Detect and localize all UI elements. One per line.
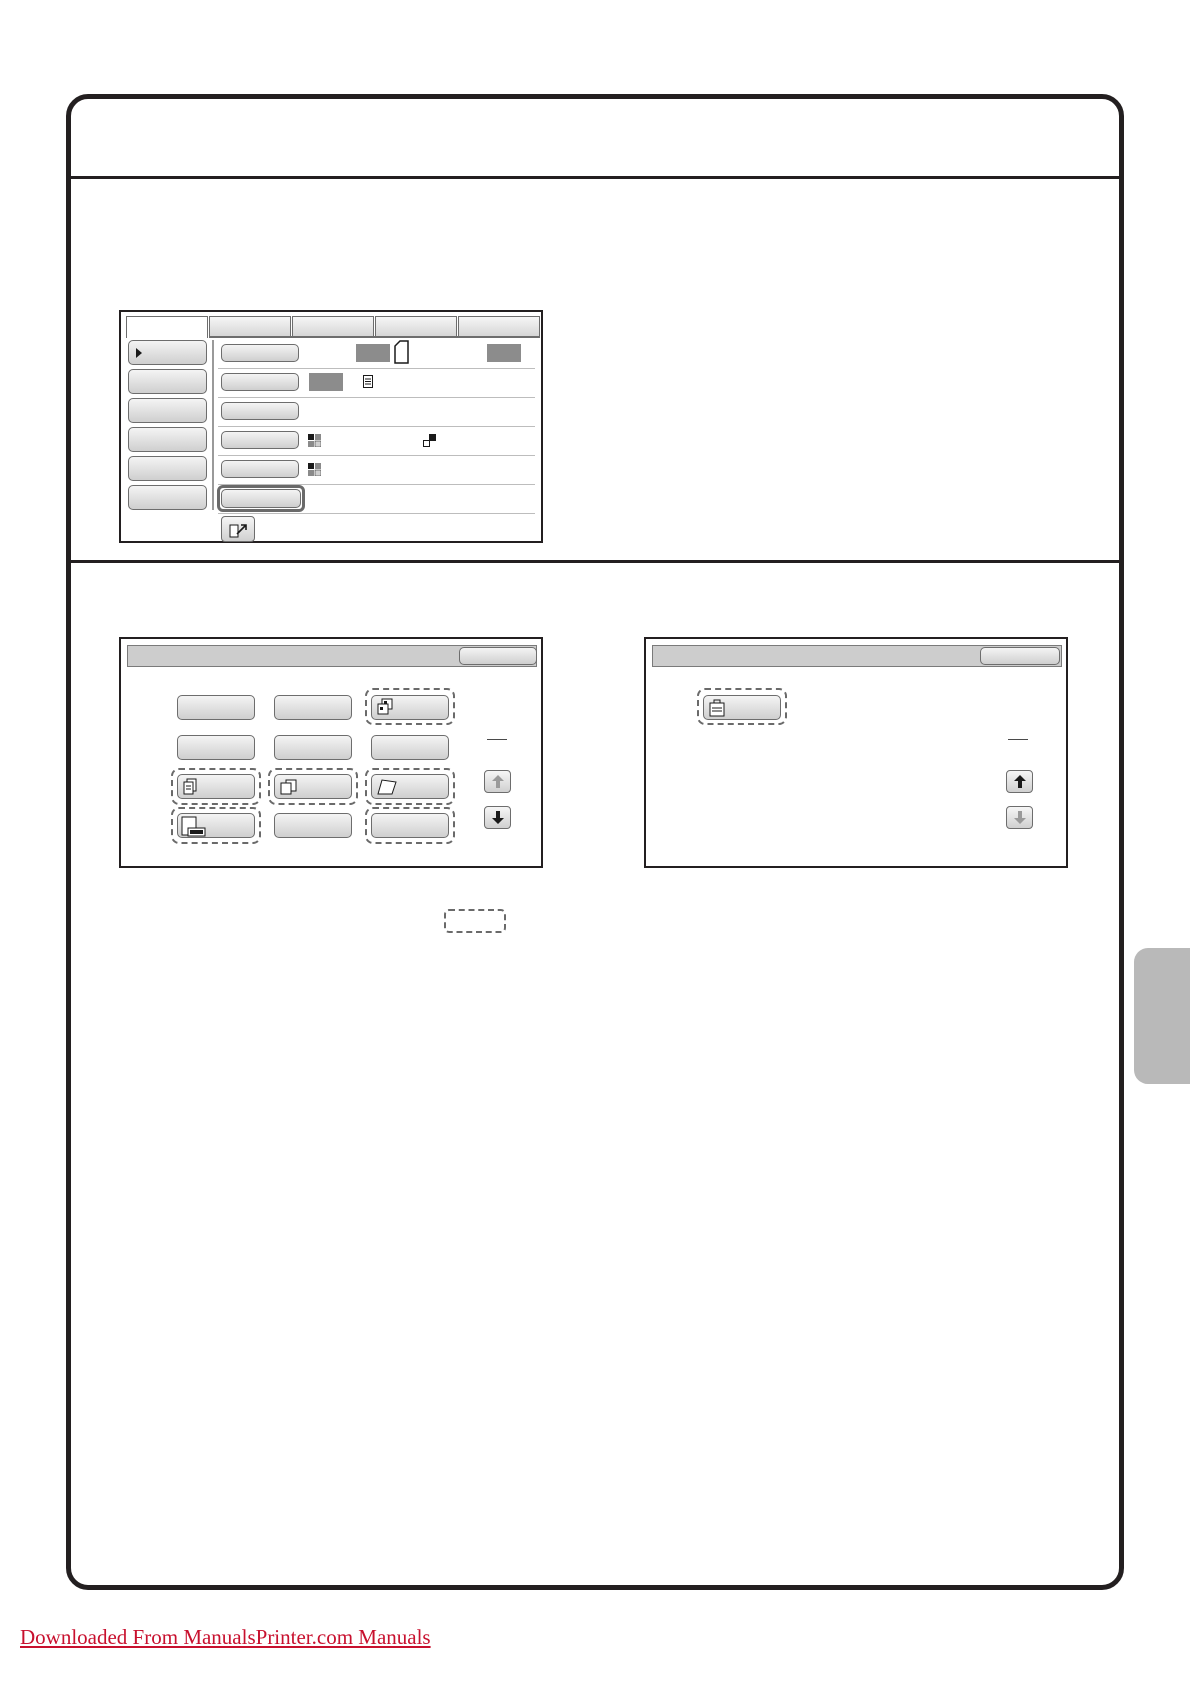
setting-swatch-1b bbox=[487, 344, 521, 362]
panel-1-ok-button[interactable] bbox=[459, 647, 537, 665]
stacked-pages-icon bbox=[183, 778, 197, 795]
mode-button-10[interactable] bbox=[177, 813, 255, 838]
special-modes-panel-1 bbox=[119, 637, 543, 868]
left-menu-item-5[interactable] bbox=[128, 456, 207, 481]
scroll-down-button[interactable] bbox=[484, 806, 511, 829]
section-divider bbox=[71, 560, 1119, 563]
mode-button-13[interactable] bbox=[703, 695, 781, 720]
mode-button-5[interactable] bbox=[274, 735, 352, 760]
mode-button-1[interactable] bbox=[177, 695, 255, 720]
legend-dashed-box bbox=[444, 909, 506, 933]
page-number-icon bbox=[181, 816, 206, 837]
color-squares-icon-2 bbox=[308, 463, 321, 476]
row-divider-3 bbox=[218, 426, 535, 427]
page-indicator-line bbox=[487, 739, 507, 740]
mode-button-12[interactable] bbox=[371, 813, 449, 838]
scroll-down-button-2[interactable] bbox=[1006, 806, 1033, 829]
exit-arrow-icon bbox=[229, 524, 247, 538]
arrow-up-icon bbox=[1014, 775, 1026, 788]
tab-3[interactable] bbox=[292, 316, 374, 336]
setting-swatch-2 bbox=[309, 373, 343, 391]
page-indicator-line-2 bbox=[1008, 739, 1028, 740]
mode-button-4[interactable] bbox=[177, 735, 255, 760]
left-menu-item-4[interactable] bbox=[128, 427, 207, 452]
row-divider-6 bbox=[218, 513, 535, 514]
setting-button-1[interactable] bbox=[221, 344, 299, 362]
left-menu-item-6[interactable] bbox=[128, 485, 207, 510]
scroll-up-button-2[interactable] bbox=[1006, 770, 1033, 793]
setting-button-3[interactable] bbox=[221, 402, 299, 420]
arrow-down-icon bbox=[1014, 811, 1026, 824]
scroll-up-button[interactable] bbox=[484, 770, 511, 793]
setting-button-5[interactable] bbox=[221, 460, 299, 478]
stamp-page-icon bbox=[709, 699, 725, 717]
setting-button-4[interactable] bbox=[221, 431, 299, 449]
left-menu-item-3[interactable] bbox=[128, 398, 207, 423]
panel-2-ok-button[interactable] bbox=[980, 647, 1060, 665]
triangle-right-icon bbox=[136, 348, 142, 358]
left-menu-item-2[interactable] bbox=[128, 369, 207, 394]
tab-2[interactable] bbox=[209, 316, 291, 336]
row-divider-4 bbox=[218, 455, 535, 456]
main-screen-panel bbox=[119, 310, 543, 543]
paper-corner-icon bbox=[394, 340, 409, 364]
tab-5[interactable] bbox=[458, 316, 540, 336]
mode-button-6[interactable] bbox=[371, 735, 449, 760]
exit-button[interactable] bbox=[221, 516, 255, 542]
mode-button-3[interactable] bbox=[371, 695, 449, 720]
menu-separator bbox=[212, 340, 214, 510]
special-modes-panel-2 bbox=[644, 637, 1068, 868]
arrow-up-icon bbox=[492, 775, 504, 788]
header-divider bbox=[71, 176, 1119, 179]
left-menu-item-1[interactable] bbox=[128, 340, 207, 365]
special-modes-button[interactable] bbox=[221, 489, 301, 508]
tab-4[interactable] bbox=[375, 316, 457, 336]
multi-page-icon bbox=[377, 698, 393, 715]
row-divider-1 bbox=[218, 368, 535, 369]
duplicate-pages-icon bbox=[280, 779, 297, 795]
tab-baseline bbox=[209, 336, 540, 338]
mono-squares-icon bbox=[423, 434, 436, 447]
mode-button-7[interactable] bbox=[177, 774, 255, 799]
mode-button-2[interactable] bbox=[274, 695, 352, 720]
row-divider-2 bbox=[218, 397, 535, 398]
curled-sheet-icon bbox=[377, 779, 397, 795]
setting-button-2[interactable] bbox=[221, 373, 299, 391]
document-page-icon bbox=[363, 375, 373, 388]
setting-swatch-1a bbox=[356, 344, 390, 362]
tab-1[interactable] bbox=[126, 316, 208, 338]
mode-button-8[interactable] bbox=[274, 774, 352, 799]
color-squares-icon bbox=[308, 434, 321, 447]
arrow-down-icon bbox=[492, 811, 504, 824]
download-source-link[interactable]: Downloaded From ManualsPrinter.com Manua… bbox=[20, 1625, 431, 1650]
chapter-thumb-tab bbox=[1134, 948, 1190, 1084]
mode-button-9[interactable] bbox=[371, 774, 449, 799]
mode-button-11[interactable] bbox=[274, 813, 352, 838]
